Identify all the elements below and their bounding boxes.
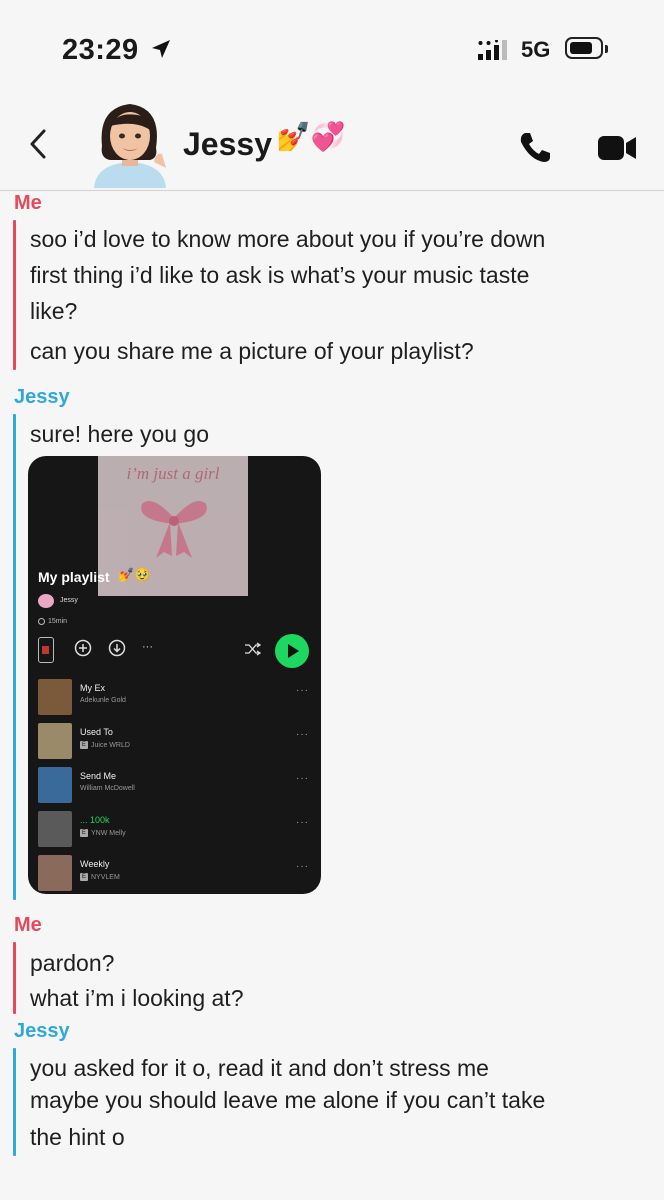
sender-label-jessy: Jessy bbox=[14, 386, 70, 408]
signal-icon bbox=[478, 39, 512, 65]
network-type: 5G bbox=[521, 37, 551, 62]
message-line: soo i’d love to know more about you if y… bbox=[30, 226, 546, 252]
message-line: pardon? bbox=[30, 950, 115, 976]
track-artist-name: NYVLEM bbox=[91, 873, 120, 881]
track-title: Used To bbox=[80, 727, 113, 737]
message-bar-me bbox=[13, 220, 16, 370]
message-line: like? bbox=[30, 298, 78, 324]
track-thumbnail bbox=[38, 767, 72, 803]
download-icon[interactable] bbox=[108, 639, 126, 662]
track-artist-name: Juice WRLD bbox=[91, 741, 130, 749]
track-title: Weekly bbox=[80, 859, 110, 869]
track-row[interactable]: Send Me William McDowell ··· bbox=[38, 767, 313, 803]
track-more-icon[interactable]: ··· bbox=[296, 685, 309, 696]
track-more-icon[interactable]: ··· bbox=[296, 817, 309, 828]
message-line: can you share me a picture of your playl… bbox=[30, 338, 474, 364]
location-arrow-icon bbox=[150, 38, 172, 65]
track-row[interactable]: ... 100k E YNW Melly ··· bbox=[38, 811, 313, 847]
track-artist: E Juice WRLD bbox=[80, 741, 130, 749]
playlist-duration: 15min bbox=[48, 618, 68, 625]
playlist-preview-icon[interactable] bbox=[38, 637, 54, 663]
message-bar-jessy bbox=[13, 414, 16, 900]
contact-name[interactable]: Jessy bbox=[183, 126, 272, 163]
track-title: Send Me bbox=[80, 771, 117, 781]
track-title: ... 100k bbox=[80, 815, 110, 825]
name-emoji: 💅💞 bbox=[276, 121, 346, 152]
sender-label-me: Me bbox=[14, 914, 42, 936]
message-line: sure! here you go bbox=[30, 421, 210, 447]
message-bar-jessy bbox=[13, 1048, 16, 1156]
shuffle-icon[interactable] bbox=[244, 642, 262, 661]
track-thumbnail bbox=[38, 855, 72, 891]
add-icon[interactable] bbox=[74, 639, 92, 662]
track-more-icon[interactable]: ··· bbox=[296, 773, 309, 784]
message-line: first thing i’d like to ask is what’s yo… bbox=[30, 262, 530, 288]
status-time: 23:29 bbox=[62, 34, 139, 66]
message-line: what i’m i looking at? bbox=[30, 985, 244, 1011]
track-thumbnail bbox=[38, 811, 72, 847]
playlist-title: My playlist bbox=[38, 569, 110, 585]
track-title: My Ex bbox=[80, 683, 106, 693]
play-button[interactable] bbox=[275, 634, 309, 668]
bow-icon bbox=[136, 494, 212, 565]
header-divider bbox=[0, 190, 664, 191]
message-line: maybe you should leave me alone if you c… bbox=[30, 1087, 546, 1113]
track-artist-name: YNW Melly bbox=[91, 829, 126, 837]
more-options-icon[interactable]: ··· bbox=[142, 641, 153, 653]
playlist-owner: Jessy bbox=[60, 597, 78, 604]
track-more-icon[interactable]: ··· bbox=[296, 861, 309, 872]
playlist-title-emoji: 💅🥹 bbox=[118, 567, 151, 582]
track-artist: E NYVLEM bbox=[80, 873, 120, 881]
explicit-badge: E bbox=[80, 873, 88, 881]
cover-caption: i’m just a girl bbox=[126, 464, 220, 483]
status-bar: 23:29 5G bbox=[0, 0, 664, 100]
message-line: the hint o bbox=[30, 1124, 125, 1150]
track-more-icon[interactable]: ··· bbox=[296, 729, 309, 740]
playlist-screenshot[interactable]: i’m just a girl My playlist 💅🥹 Jessy 15m… bbox=[28, 456, 321, 894]
track-artist: Adekunle Gold bbox=[80, 697, 126, 704]
message-bar-me bbox=[13, 942, 16, 1014]
message-line: you asked for it o, read it and don’t st… bbox=[30, 1055, 489, 1081]
back-chevron-icon[interactable] bbox=[28, 128, 48, 165]
chat-header: Jessy 💅💞 bbox=[0, 92, 664, 190]
sender-label-me: Me bbox=[14, 192, 42, 214]
globe-icon bbox=[38, 618, 45, 625]
track-row[interactable]: Used To E Juice WRLD ··· bbox=[38, 723, 313, 759]
owner-avatar bbox=[38, 594, 54, 608]
track-thumbnail bbox=[38, 723, 72, 759]
video-call-icon[interactable] bbox=[598, 134, 638, 167]
sender-label-jessy: Jessy bbox=[14, 1020, 70, 1042]
explicit-badge: E bbox=[80, 829, 88, 837]
track-artist: William McDowell bbox=[80, 785, 135, 792]
battery-icon bbox=[565, 37, 608, 59]
track-thumbnail bbox=[38, 679, 72, 715]
bitmoji-avatar[interactable] bbox=[84, 96, 176, 188]
explicit-badge: E bbox=[80, 741, 88, 749]
phone-call-icon[interactable] bbox=[518, 130, 552, 169]
track-row[interactable]: Weekly E NYVLEM ··· bbox=[38, 855, 313, 891]
track-row[interactable]: My Ex Adekunle Gold ··· bbox=[38, 679, 313, 715]
track-artist: E YNW Melly bbox=[80, 829, 126, 837]
